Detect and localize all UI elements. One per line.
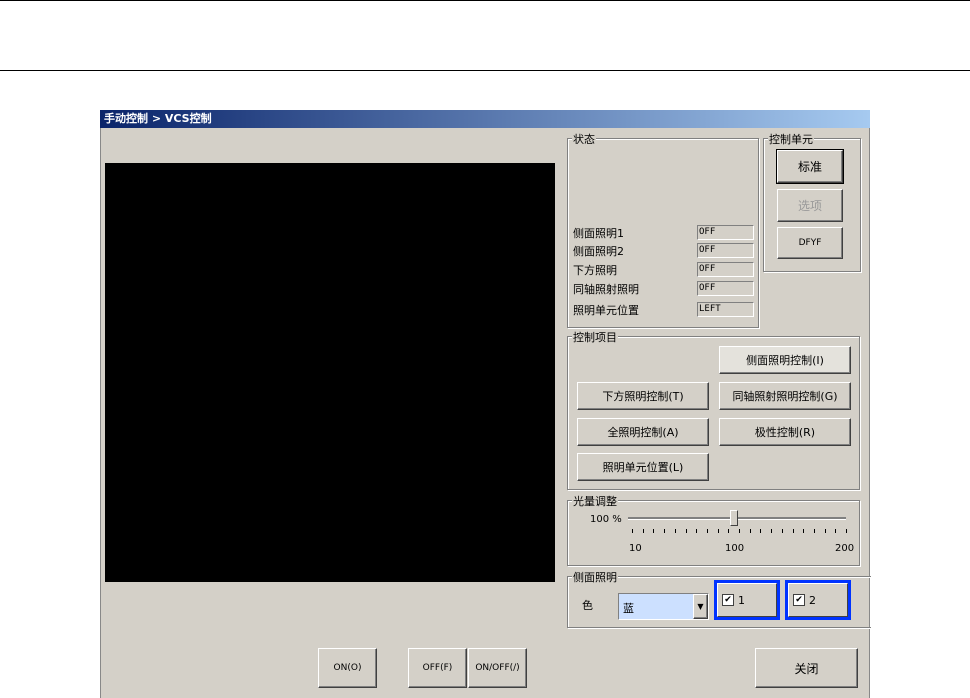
slider-tick — [642, 529, 644, 533]
coaxial-light-control-button[interactable]: 同轴照射照明控制(G) — [719, 382, 851, 410]
light-adjust-legend: 光量调整 — [572, 493, 618, 509]
window-title: 手动控制 > VCS控制 — [100, 110, 870, 128]
status-label: 照明单元位置 — [573, 304, 639, 317]
on-off-button[interactable]: ON/OFF(/) — [468, 648, 527, 688]
slider-tick — [846, 529, 847, 533]
color-select-value: 蓝 — [623, 602, 634, 615]
channel-1-highlight: ✔ 1 — [714, 580, 780, 620]
slider-tick — [771, 529, 773, 533]
status-value: LEFT — [697, 302, 754, 317]
slider-tick — [792, 529, 794, 533]
channel-2-highlight: ✔ 2 — [785, 580, 851, 620]
all-light-control-button[interactable]: 全照明控制(A) — [577, 418, 709, 446]
chevron-down-icon[interactable]: ▼ — [693, 594, 708, 619]
slider-max-label: 200 — [835, 543, 855, 554]
side-light-control-button[interactable]: 侧面照明控制(I) — [719, 346, 851, 374]
slider-tick — [781, 529, 783, 533]
close-button[interactable]: 关闭 — [755, 648, 858, 688]
slider-tick — [685, 529, 687, 533]
slider-tick — [664, 529, 666, 533]
light-unit-position-button[interactable]: 照明单元位置(L) — [577, 453, 709, 481]
status-label: 侧面照明2 — [573, 245, 624, 258]
status-label: 侧面照明1 — [573, 227, 624, 240]
status-value: OFF — [697, 243, 754, 258]
control-unit-legend: 控制单元 — [768, 131, 814, 147]
channel-2-toggle[interactable]: ✔ 2 — [788, 583, 848, 617]
standard-button[interactable]: 标准 — [776, 149, 844, 184]
status-label: 下方照明 — [573, 264, 617, 277]
light-readout: 100 % — [590, 514, 622, 525]
slider-tick — [749, 529, 751, 533]
channel-1-toggle[interactable]: ✔ 1 — [717, 583, 777, 617]
option-button[interactable]: 选项 — [777, 189, 843, 222]
slider-mid-label: 100 — [725, 543, 745, 554]
slider-tick — [813, 529, 815, 533]
polarity-control-button[interactable]: 极性控制(R) — [719, 418, 851, 446]
channel-2-label: 2 — [809, 593, 816, 607]
bottom-light-control-button[interactable]: 下方照明控制(T) — [577, 382, 709, 410]
status-legend: 状态 — [572, 131, 596, 147]
slider-tick — [824, 529, 826, 533]
slider-min-label: 10 — [629, 543, 642, 554]
off-button[interactable]: OFF(F) — [408, 648, 467, 688]
color-select[interactable]: 蓝 ▼ — [618, 593, 709, 620]
slider-tick — [760, 529, 762, 533]
side-light-legend: 侧面照明 — [572, 569, 618, 585]
slider-tick — [803, 529, 805, 533]
status-value: OFF — [697, 225, 754, 240]
video-preview — [105, 163, 555, 582]
channel-1-checkbox[interactable]: ✔ — [722, 594, 734, 606]
slider-tick — [728, 529, 730, 533]
light-adjust-group: 光量调整 — [567, 493, 860, 566]
channel-2-checkbox[interactable]: ✔ — [793, 594, 805, 606]
slider-tick — [706, 529, 708, 533]
color-label: 色 — [582, 599, 593, 612]
on-button[interactable]: ON(O) — [318, 648, 377, 688]
slider-tick — [674, 529, 676, 533]
top-rule — [0, 0, 970, 1]
header-rule — [0, 70, 970, 71]
status-value: OFF — [697, 281, 754, 296]
slider-tick — [632, 529, 633, 533]
slider-tick — [835, 529, 837, 533]
slider-tick — [739, 529, 740, 533]
channel-1-label: 1 — [738, 593, 745, 607]
slider-thumb[interactable] — [730, 510, 738, 526]
dfyf-button[interactable]: DFYF — [777, 227, 843, 259]
status-label: 同轴照射照明 — [573, 283, 639, 296]
slider-tick — [653, 529, 655, 533]
slider-tick — [717, 529, 719, 533]
status-value: OFF — [697, 262, 754, 277]
control-items-legend: 控制项目 — [572, 329, 618, 345]
slider-tick — [696, 529, 698, 533]
